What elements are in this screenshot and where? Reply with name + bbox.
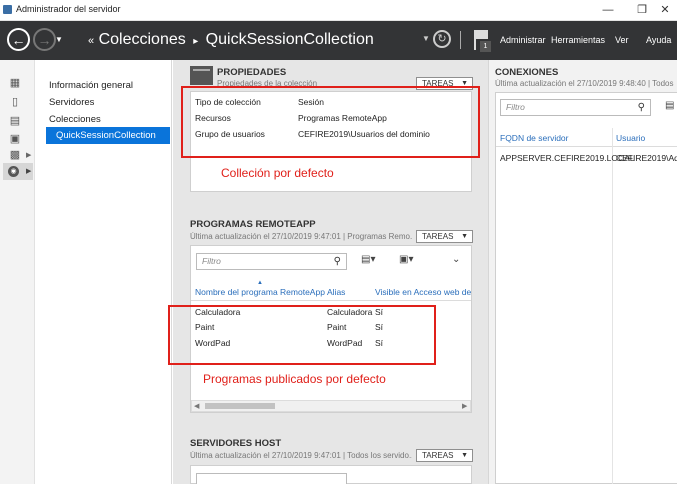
breadcrumb-separator-icon: ▸: [193, 36, 199, 47]
column-usuario[interactable]: Usuario: [616, 133, 645, 143]
breadcrumb-prefix-icon: «: [88, 35, 95, 47]
hosts-subtitle: Última actualización el 27/10/2019 9:47:…: [190, 451, 412, 460]
nav-informacion-general[interactable]: Información general: [49, 80, 133, 91]
nav-servidores[interactable]: Servidores: [49, 97, 94, 108]
header-divider: [496, 146, 677, 147]
group-by-icon[interactable]: ▣▾: [399, 254, 413, 265]
remote-desktop-selected[interactable]: ◉ ▶: [3, 163, 33, 180]
nav-quicksessioncollection[interactable]: QuickSessionCollection: [46, 127, 170, 144]
connections-filter-input[interactable]: Filtro ⚲: [500, 99, 651, 116]
all-servers-icon[interactable]: ▤: [9, 115, 21, 127]
chevron-right-icon: ▶: [26, 152, 32, 159]
hosts-filter-input[interactable]: [196, 473, 347, 484]
connections-subtitle: Última actualización el 27/10/2019 9:48:…: [495, 79, 674, 88]
remoteapp-tareas-dropdown[interactable]: TAREAS ▼: [416, 230, 473, 243]
close-icon[interactable]: ✕: [648, 0, 677, 21]
refresh-icon[interactable]: ↻: [433, 30, 451, 48]
annotation-remoteapp-text: Programas publicados por defecto: [203, 372, 386, 386]
history-dropdown-icon[interactable]: ▼: [55, 35, 63, 44]
menu-administrar[interactable]: Administrar: [500, 35, 546, 45]
chevron-down-icon: ▼: [461, 452, 468, 459]
notifications-flag-icon[interactable]: 1: [472, 29, 492, 53]
tareas-label: TAREAS: [422, 451, 454, 460]
column-nombre-programa[interactable]: Nombre del programa RemoteApp: [195, 287, 325, 297]
file-storage-icon[interactable]: ▣: [9, 133, 21, 145]
properties-title: PROPIEDADES: [217, 67, 287, 78]
menu-herramientas[interactable]: Herramientas: [551, 35, 605, 45]
tareas-label: TAREAS: [422, 232, 454, 241]
breadcrumb-colecciones[interactable]: Colecciones: [99, 31, 186, 48]
connection-user: CEFIRE2019\Adr: [616, 153, 677, 163]
connections-title: CONEXIONES: [495, 67, 559, 78]
header-divider: [460, 31, 461, 49]
remoteapp-subtitle: Última actualización el 27/10/2019 9:47:…: [190, 232, 412, 241]
filter-placeholder: Filtro: [202, 256, 221, 266]
back-arrow-icon[interactable]: ←: [7, 28, 30, 51]
hosts-tareas-dropdown[interactable]: TAREAS ▼: [416, 449, 473, 462]
breadcrumb: « Colecciones ▸ QuickSessionCollection: [88, 31, 374, 49]
breadcrumb-dropdown-icon[interactable]: ▼: [422, 34, 430, 43]
server-manager-icon: [3, 5, 12, 14]
chevron-down-icon: ▼: [461, 233, 468, 240]
column-fqdn[interactable]: FQDN de servidor: [500, 133, 569, 143]
column-visible[interactable]: Visible en Acceso web de E: [375, 287, 471, 297]
scroll-right-icon[interactable]: ▶: [462, 402, 467, 410]
horizontal-scrollbar[interactable]: ◀ ▶: [191, 400, 471, 412]
filter-placeholder: Filtro: [506, 102, 525, 112]
search-icon: ⚲: [637, 102, 645, 113]
navigation-pane: Información general Servidores Coleccion…: [36, 60, 172, 484]
app-header: ← → ▼ « Colecciones ▸ QuickSessionCollec…: [0, 21, 677, 60]
local-server-icon[interactable]: ▯: [9, 96, 21, 108]
hosts-title: SERVIDORES HOST: [190, 438, 282, 449]
remote-desktop-icon: ◉: [8, 166, 19, 177]
header-divider: [191, 300, 471, 301]
expand-chevron-icon[interactable]: ⌄: [452, 254, 460, 265]
remoteapp-title: PROGRAMAS REMOTEAPP: [190, 219, 316, 230]
dashboard-icon[interactable]: ▦: [9, 77, 21, 89]
left-icon-bar: ▦ ▯ ▤ ▣ ▩ ▶ ◉ ▶: [0, 60, 35, 484]
connection-fqdn: APPSERVER.CEFIRE2019.LOCAL: [500, 153, 635, 163]
iis-icon[interactable]: ▩: [9, 149, 21, 161]
remoteapp-filter-input[interactable]: Filtro ⚲: [196, 253, 347, 270]
scrollbar-thumb[interactable]: [205, 403, 275, 409]
breadcrumb-quicksession[interactable]: QuickSessionCollection: [206, 31, 374, 48]
sort-indicator-icon: ▲: [257, 280, 263, 286]
nav-colecciones[interactable]: Colecciones: [49, 114, 101, 125]
list-options-icon[interactable]: ▤▾: [361, 254, 375, 265]
menu-ayuda[interactable]: Ayuda: [646, 35, 671, 45]
table-row[interactable]: APPSERVER.CEFIRE2019.LOCAL CEFIRE2019\Ad…: [496, 151, 677, 166]
window-title: Administrador del servidor: [16, 4, 121, 14]
scroll-left-icon[interactable]: ◀: [194, 402, 199, 410]
annotation-remoteapp-box: [168, 305, 436, 365]
notification-count: 1: [480, 41, 491, 52]
column-alias[interactable]: Alias: [327, 287, 345, 297]
properties-section-icon: [190, 66, 213, 85]
search-icon: ⚲: [333, 256, 341, 267]
chevron-right-icon: ▶: [26, 168, 32, 175]
menu-ver[interactable]: Ver: [615, 35, 629, 45]
forward-arrow-icon[interactable]: →: [33, 28, 56, 51]
annotation-properties-text: Colleción por defecto: [221, 166, 334, 180]
minimize-icon[interactable]: —: [591, 0, 625, 21]
annotation-properties-box: [181, 86, 480, 158]
list-options-icon[interactable]: ▤: [665, 100, 674, 111]
window-titlebar: Administrador del servidor — ❐ ✕: [0, 0, 677, 21]
column-divider: [612, 128, 613, 484]
